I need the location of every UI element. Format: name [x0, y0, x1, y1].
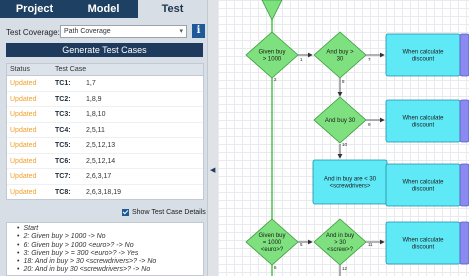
table-row[interactable]: Updated TC5: 2,5,12,13	[7, 138, 203, 154]
table-row[interactable]: Updated TC3: 1,8,10	[7, 107, 203, 123]
decision-node-d2[interactable]: And buy >30	[313, 31, 367, 79]
detail-step: 2: Given buy > 1000 -> No	[17, 233, 203, 241]
edge-label-e9: 11	[368, 242, 373, 247]
decision-node-top[interactable]	[261, 0, 283, 21]
decision-node-d3[interactable]: And buy 30	[313, 96, 367, 144]
row-status: Updated	[10, 111, 37, 118]
edge-label-e10: 12	[342, 266, 348, 271]
row-status: Updated	[10, 173, 37, 180]
collapse-left-icon[interactable]: ◀	[210, 166, 215, 174]
row-test-case-path: 2,5,12,13	[86, 142, 116, 149]
action-node-a3[interactable]: And in buy are < 30 <screwdrivers>	[312, 159, 388, 205]
row-test-case-id: TC1:	[55, 80, 71, 87]
row-test-case-path: 2,5,12,14	[86, 157, 116, 165]
flow-diagram: Given buy > 1000 And buy >30 And buy 30 Give…	[245, 0, 469, 276]
action-node-a2[interactable]: When calculate discount	[385, 99, 461, 143]
outcome-node-1[interactable]	[459, 33, 469, 77]
test-coverage-select[interactable]: Path Coverage ▾	[60, 25, 187, 38]
generate-test-cases-button[interactable]: Generate Test Cases	[6, 43, 203, 57]
table-row[interactable]: Updated TC6: 2,5,12,14	[7, 154, 203, 169]
row-test-case-path: 1,7	[86, 80, 96, 87]
detail-step: 18: And in buy > 30 <screwdrivers>? -> N…	[17, 258, 203, 266]
decision-label: And buy 30	[325, 118, 356, 124]
action-node-a1[interactable]: When calculate discount	[385, 33, 461, 77]
table-header: Status Test Case	[7, 64, 203, 76]
row-status: Updated	[10, 80, 37, 87]
test-coverage-label: Test Coverage:	[6, 28, 60, 37]
column-header-status: Status	[10, 66, 30, 73]
edge-label-e3: 7	[368, 57, 371, 62]
row-test-case-path: 2,6,3,17	[86, 173, 112, 180]
table-row[interactable]: Updated TC7: 2,6,3,17	[7, 169, 203, 185]
edge-label-e2: 2	[274, 77, 277, 82]
outcome-node-3[interactable]	[459, 163, 469, 207]
table-row[interactable]: Updated TC4: 2,5,11	[7, 123, 203, 138]
edge-label-e7: 5	[300, 242, 303, 247]
outcome-node-4[interactable]	[459, 221, 469, 265]
row-status: Updated	[10, 188, 37, 196]
row-status: Updated	[10, 142, 37, 149]
decision-node-d1[interactable]: Given buy > 1000	[245, 31, 299, 79]
row-test-case-id: TC8:	[55, 188, 71, 196]
tab-bar: Project Model Test	[0, 0, 207, 18]
show-details-label: Show Test Case Details	[132, 209, 206, 216]
table-body: Updated TC1: 1,7 Updated TC2: 1,8,9 Updated TC3…	[7, 76, 203, 200]
tab-test[interactable]: Test	[138, 0, 207, 18]
detail-step: 20: And in buy 30 <screwdrivers>? -> No	[17, 266, 203, 274]
row-status: Updated	[10, 126, 37, 134]
row-status: Updated	[10, 157, 37, 165]
chevron-down-icon: ▾	[179, 28, 183, 35]
row-test-case-path: 1,8,9	[86, 95, 102, 103]
decision-node-d5[interactable]: And in buy > 30 <screw>?	[313, 218, 367, 266]
show-details-toggle[interactable]: Show Test Case Details	[122, 209, 206, 216]
table-row[interactable]: Updated TC2: 1,8,9	[7, 92, 203, 107]
diagram-nodes: Given buy > 1000 And buy >30 And buy 30 Give…	[245, 0, 469, 266]
detail-step: 3: Given buy > = 300 <euro>? -> Yes	[17, 250, 203, 258]
action-node-a4[interactable]: When calculate discount	[385, 163, 461, 207]
row-test-case-id: TC7:	[55, 173, 71, 180]
panel-splitter[interactable]: ◀	[207, 0, 218, 276]
edge-label-e5: 9	[368, 122, 371, 127]
action-label: And in buy are < 30 <screwdrivers>	[324, 177, 377, 190]
row-test-case-path: 2,6,3,18,19	[86, 188, 122, 196]
edge-label-e8: 6	[274, 265, 277, 270]
row-test-case-id: TC5:	[55, 142, 71, 149]
row-test-case-id: TC2:	[55, 95, 71, 103]
row-test-case-id: TC3:	[55, 111, 71, 118]
table-row[interactable]: Updated TC1: 1,7	[7, 76, 203, 92]
row-test-case-id: TC4:	[55, 126, 71, 134]
info-icon[interactable]: i	[192, 24, 205, 38]
decision-node-d4[interactable]: Given buy = 1000 <euro>?	[245, 218, 299, 266]
action-node-a5[interactable]: When calculate discount	[385, 221, 461, 265]
detail-step: 6: Given buy > 1000 <euro>? -> No	[17, 242, 203, 250]
test-coverage-value: Path Coverage	[64, 28, 111, 35]
row-test-case-id: TC6:	[55, 157, 71, 165]
test-case-table: Status Test Case Updated TC1: 1,7 Updated TC…	[6, 63, 204, 200]
edge-label-e1: 1	[300, 57, 303, 62]
row-test-case-path: 2,5,11	[86, 126, 105, 134]
column-header-test-case: Test Case	[55, 66, 87, 73]
edge-label-e6: 10	[342, 142, 348, 147]
row-test-case-path: 1,8,10	[86, 111, 106, 118]
tab-model[interactable]: Model	[69, 0, 138, 18]
table-row[interactable]: Updated TC8: 2,6,3,18,19	[7, 185, 203, 200]
detail-step: Start	[17, 225, 203, 233]
row-status: Updated	[10, 95, 37, 103]
show-details-checkbox[interactable]	[122, 209, 129, 216]
edge-label-e4: 8	[342, 79, 345, 84]
test-case-details: Start2: Given buy > 1000 -> No6: Given b…	[6, 222, 204, 276]
tab-project[interactable]: Project	[0, 0, 69, 18]
diagram-canvas[interactable]: Given buy > 1000 And buy >30 And buy 30 Give…	[218, 0, 469, 276]
outcome-node-2[interactable]	[459, 99, 469, 143]
left-panel: Project Model Test Test Coverage: Path C…	[0, 0, 207, 276]
